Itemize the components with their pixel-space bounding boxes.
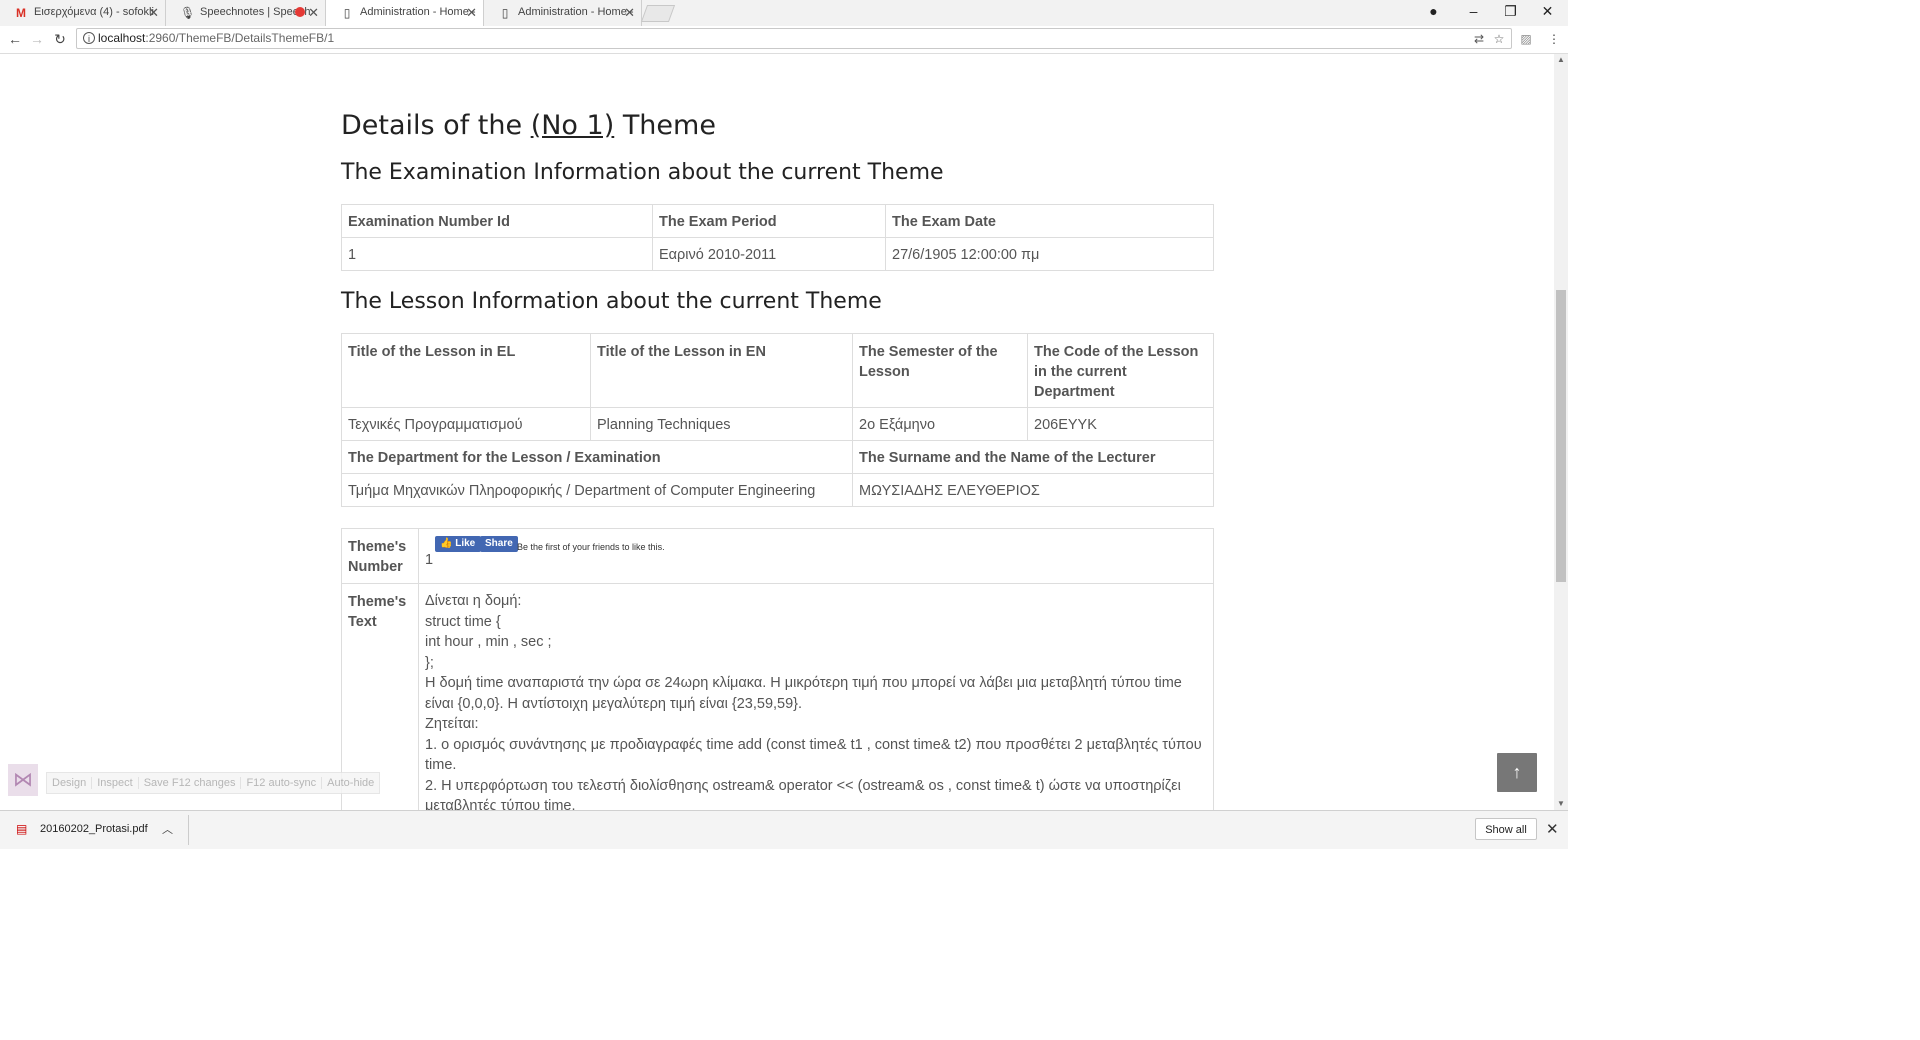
profile-icon[interactable]: ● <box>1415 0 1452 24</box>
tab-title: Εισερχόμενα (4) - sofokli <box>34 6 154 18</box>
lesson-cell: 206ΕΥΥΚ <box>1027 407 1214 441</box>
close-window-icon[interactable]: ✕ <box>1529 0 1566 24</box>
info-icon[interactable]: i <box>83 32 95 44</box>
recording-icon <box>295 7 305 17</box>
tab-title: Administration - Home - <box>518 6 634 18</box>
exam-cell: Εαρινό 2010-2011 <box>652 237 886 271</box>
tab-title: Administration - Home - <box>360 6 476 18</box>
theme-text-line: int hour , min , sec ; <box>425 634 552 650</box>
exam-cell: 27/6/1905 12:00:00 πμ <box>885 237 1214 271</box>
lesson-cell: 2ο Εξάμηνο <box>852 407 1028 441</box>
lesson-header: Title of the Lesson in EL <box>341 333 591 408</box>
address-bar[interactable]: i localhost:2960/ThemeFB/DetailsThemeFB/… <box>76 28 1512 49</box>
forward-icon[interactable]: → <box>28 30 46 48</box>
lesson-header: The Semester of the Lesson <box>852 333 1028 408</box>
new-tab-button[interactable] <box>640 5 676 22</box>
close-icon[interactable]: ✕ <box>466 0 477 25</box>
download-bar: ▤ 20160202_Protasi.pdf ︿ Show all ✕ <box>0 810 1568 849</box>
browser-toolbar: ← → ↻ i localhost:2960/ThemeFB/DetailsTh… <box>0 26 1568 54</box>
browser-link-toolbar: Design Inspect Save F12 changes F12 auto-sy… <box>46 772 381 794</box>
lesson-cell: Planning Techniques <box>590 407 853 441</box>
browser-link-autosync[interactable]: F12 auto-sync <box>241 777 323 789</box>
exam-table: Examination Number Id The Exam Period Th… <box>341 204 1214 271</box>
lecturer-header: The Surname and the Name of the Lecturer <box>852 440 1214 474</box>
theme-number-cell: 👍 Like Share Be the first of your friend… <box>418 528 1214 584</box>
browser-link-inspect[interactable]: Inspect <box>92 777 139 789</box>
facebook-plugin: 👍 Like Share Be the first of your friend… <box>425 529 1207 552</box>
close-icon[interactable]: ✕ <box>308 0 319 25</box>
download-filename: 20160202_Protasi.pdf <box>40 823 148 835</box>
lesson-table: Title of the Lesson in EL Title of the L… <box>341 333 1214 507</box>
restore-icon[interactable]: ❐ <box>1492 0 1529 24</box>
lesson-header: The Code of the Lesson in the current De… <box>1027 333 1214 408</box>
theme-text-line: struct time { <box>425 613 501 630</box>
tab-title: Speechnotes | Speech <box>200 6 311 18</box>
menu-icon[interactable]: ⋮ <box>1546 32 1562 48</box>
pdf-file-icon: ▤ <box>16 822 28 836</box>
lecturer-value: ΜΩΥΣΙΑΔΗΣ ΕΛΕΥΘΕΡΙΟΣ <box>852 473 1214 507</box>
facebook-like-button[interactable]: 👍 Like <box>435 536 482 552</box>
chevron-up-icon[interactable]: ︿ <box>162 821 173 837</box>
department-value: Τμήμα Μηχανικών Πληροφορικής / Departmen… <box>341 473 853 507</box>
scroll-up-icon[interactable]: ▲ <box>1554 54 1568 66</box>
minimize-icon[interactable]: – <box>1455 0 1492 24</box>
theme-number-label: Theme's Number <box>341 528 419 584</box>
tab-strip: M Εισερχόμενα (4) - sofokli ✕ 🎙 Speechno… <box>0 0 1568 26</box>
theme-text-cell: Δίνεται η δομή: struct time { int hour ,… <box>418 583 1214 811</box>
exam-cell: 1 <box>341 237 653 271</box>
gmail-icon: M <box>16 6 26 20</box>
facebook-share-button[interactable]: Share <box>480 536 518 552</box>
exam-header: The Exam Date <box>885 204 1214 238</box>
lesson-heading: The Lesson Information about the current… <box>341 289 882 314</box>
visual-studio-icon[interactable]: ⋈ <box>8 764 38 796</box>
theme-text-line: 2. Η υπερφόρτωση του τελεστή διολίσθησης… <box>425 777 1181 811</box>
translate-icon[interactable]: ⇄ <box>1471 31 1487 47</box>
exam-header: The Exam Period <box>652 204 886 238</box>
theme-number-link[interactable]: (No 1) <box>531 110 615 141</box>
page-title: Details of the (No 1) Theme <box>341 110 716 141</box>
theme-text-line: Δίνεται η δομή: <box>425 593 522 609</box>
scroll-to-top-button[interactable]: ↑ <box>1497 753 1537 792</box>
scrollbar-thumb[interactable] <box>1556 290 1566 582</box>
theme-text-line: Ζητείται: <box>425 716 479 732</box>
theme-text-line: Η δομή time αναπαριστά την ώρα σε 24ωρη … <box>425 675 1182 712</box>
browser-link-save[interactable]: Save F12 changes <box>138 777 242 789</box>
tab-administration-active[interactable]: ▯ Administration - Home - ✕ <box>326 0 484 26</box>
close-icon[interactable]: ✕ <box>148 0 159 25</box>
lesson-cell: Τεχνικές Προγραμματισμού <box>341 407 591 441</box>
browser-link-design[interactable]: Design <box>47 777 93 789</box>
close-icon[interactable]: ✕ <box>1546 820 1559 838</box>
theme-table: Theme's Number 👍 Like Share Be the first… <box>341 528 1214 810</box>
department-header: The Department for the Lesson / Examinat… <box>341 440 853 474</box>
show-all-button[interactable]: Show all <box>1475 818 1537 840</box>
theme-text-line: 1. ο ορισμός συνάντησης με προδιαγραφές … <box>425 736 1202 774</box>
tab-speechnotes[interactable]: 🎙 Speechnotes | Speech ✕ <box>166 0 326 26</box>
browser-link-autohide[interactable]: Auto-hide <box>322 777 379 789</box>
page-icon: ▯ <box>343 6 351 20</box>
theme-text-line: }; <box>425 654 434 671</box>
back-icon[interactable]: ← <box>6 30 24 48</box>
download-item[interactable]: ▤ 20160202_Protasi.pdf ︿ <box>10 815 189 845</box>
exam-heading: The Examination Information about the cu… <box>341 160 944 185</box>
tab-gmail[interactable]: M Εισερχόμενα (4) - sofokli ✕ <box>0 0 166 26</box>
tab-administration[interactable]: ▯ Administration - Home - ✕ <box>484 0 642 26</box>
page-icon: ▯ <box>501 6 509 20</box>
page-scrollbar[interactable]: ▲ ▼ <box>1554 54 1568 810</box>
page-viewport: Details of the (No 1) Theme The Examinat… <box>0 54 1554 810</box>
extension-icon[interactable]: ▨ <box>1518 32 1534 48</box>
microphone-icon: 🎙 <box>180 6 196 20</box>
reload-icon[interactable]: ↻ <box>51 30 69 48</box>
close-icon[interactable]: ✕ <box>624 0 635 25</box>
scroll-down-icon[interactable]: ▼ <box>1554 798 1568 810</box>
url-text[interactable]: localhost:2960/ThemeFB/DetailsThemeFB/1 <box>98 31 334 45</box>
lesson-header: Title of the Lesson in EN <box>590 333 853 408</box>
star-icon[interactable]: ☆ <box>1491 31 1507 47</box>
exam-header: Examination Number Id <box>341 204 653 238</box>
facebook-social-text: Be the first of your friends to like thi… <box>517 542 665 552</box>
